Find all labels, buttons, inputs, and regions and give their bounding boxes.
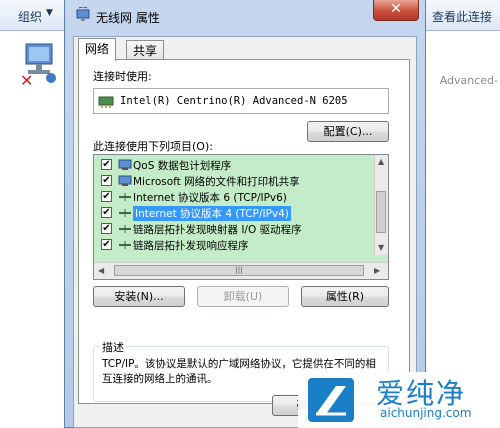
adapter-field: Intel(R) Centrino(R) Advanced-N 6205 <box>93 88 389 114</box>
tab-network[interactable]: 网络 <box>78 38 117 61</box>
item-checkbox[interactable]: ✔ <box>101 223 112 234</box>
protocol-icon <box>119 193 131 201</box>
adapter-name: Intel(R) Centrino(R) Advanced-N 6205 <box>120 95 348 107</box>
configure-button[interactable]: 配置(C)... <box>307 121 389 142</box>
item-checkbox[interactable]: ✔ <box>101 207 112 218</box>
list-item[interactable]: ✔ 链路层拓扑发现映射器 I/O 驱动程序 <box>94 221 376 237</box>
scroll-thumb[interactable]: ||| <box>114 265 364 276</box>
dialog-title: 无线网 属性 <box>96 11 160 25</box>
watermark-url: aichunjing.com <box>380 406 472 420</box>
item-label: 链路层拓扑发现响应程序 <box>133 240 249 252</box>
watermark-logo-icon <box>308 378 354 422</box>
network-adapter-icon[interactable]: ✕ <box>18 42 60 88</box>
scroll-up-icon[interactable]: ▲ <box>378 157 384 166</box>
qos-icon <box>118 159 132 170</box>
network-tab-panel: 连接时使用: Intel(R) Centrino(R) Advanced-N 6… <box>78 59 410 404</box>
item-checkbox[interactable]: ✔ <box>101 191 112 202</box>
uninstall-button[interactable]: 卸载(U) <box>197 286 289 307</box>
item-label: Internet 协议版本 6 (TCP/IPv6) <box>133 192 287 204</box>
list-item[interactable]: ✔ Microsoft 网络的文件和打印机共享 <box>94 173 376 189</box>
items-label: 此连接使用下列项目(O): <box>93 140 213 153</box>
protocol-icon <box>119 209 131 217</box>
scroll-right-icon[interactable]: ▶ <box>374 266 380 275</box>
close-button[interactable]: ✕ <box>373 0 419 21</box>
item-checkbox[interactable]: ✔ <box>101 159 112 170</box>
share-icon <box>118 175 132 186</box>
connect-using-label: 连接时使用: <box>93 70 152 83</box>
svg-text:✕: ✕ <box>20 71 33 88</box>
horizontal-scrollbar[interactable]: ◀ ||| ▶ <box>94 262 388 279</box>
list-item[interactable]: ✔ 链路层拓扑发现响应程序 <box>94 237 376 253</box>
network-card-icon <box>98 96 114 108</box>
scroll-thumb[interactable] <box>376 191 386 233</box>
chevron-down-icon[interactable]: ▼ <box>46 8 53 18</box>
protocol-icon <box>119 241 131 249</box>
item-checkbox[interactable]: ✔ <box>101 175 112 186</box>
adapter-description: Advanced- <box>439 74 498 87</box>
organize-menu[interactable]: 组织 <box>18 8 42 25</box>
items-list[interactable]: ✔ QoS 数据包计划程序 ✔ Microsoft 网络的文件和打印机共享 ✔ … <box>93 154 389 280</box>
description-title: 描述 <box>100 339 126 355</box>
scroll-down-icon[interactable]: ▼ <box>378 243 384 252</box>
watermark: 爱纯净 aichunjing.com <box>298 372 500 428</box>
install-button[interactable]: 安装(N)... <box>93 286 185 307</box>
properties-dialog: 无线网 属性 ✕ 网络 共享 连接时使用: Intel(R) Centrino(… <box>64 0 426 428</box>
list-item-selected[interactable]: ✔ Internet 协议版本 4 (TCP/IPv4) <box>94 205 376 221</box>
item-checkbox[interactable]: ✔ <box>101 239 112 250</box>
scroll-left-icon[interactable]: ◀ <box>98 266 104 275</box>
wireless-network-icon <box>76 7 90 21</box>
properties-button[interactable]: 属性(R) <box>301 286 389 307</box>
item-label: 链路层拓扑发现映射器 I/O 驱动程序 <box>133 224 302 236</box>
item-label: Microsoft 网络的文件和打印机共享 <box>133 176 300 188</box>
tab-sharing[interactable]: 共享 <box>126 40 165 61</box>
view-status-link[interactable]: 查看此连接 <box>432 8 492 25</box>
item-label: Internet 协议版本 4 (TCP/IPv4) <box>133 206 291 221</box>
dialog-client: 网络 共享 连接时使用: Intel(R) Centrino(R) Advanc… <box>73 36 417 428</box>
list-item[interactable]: ✔ QoS 数据包计划程序 <box>94 157 376 173</box>
vertical-scrollbar[interactable]: ▲ ▼ <box>374 155 388 255</box>
item-label: QoS 数据包计划程序 <box>133 160 232 172</box>
list-item[interactable]: ✔ Internet 协议版本 6 (TCP/IPv6) <box>94 189 376 205</box>
protocol-icon <box>119 225 131 233</box>
